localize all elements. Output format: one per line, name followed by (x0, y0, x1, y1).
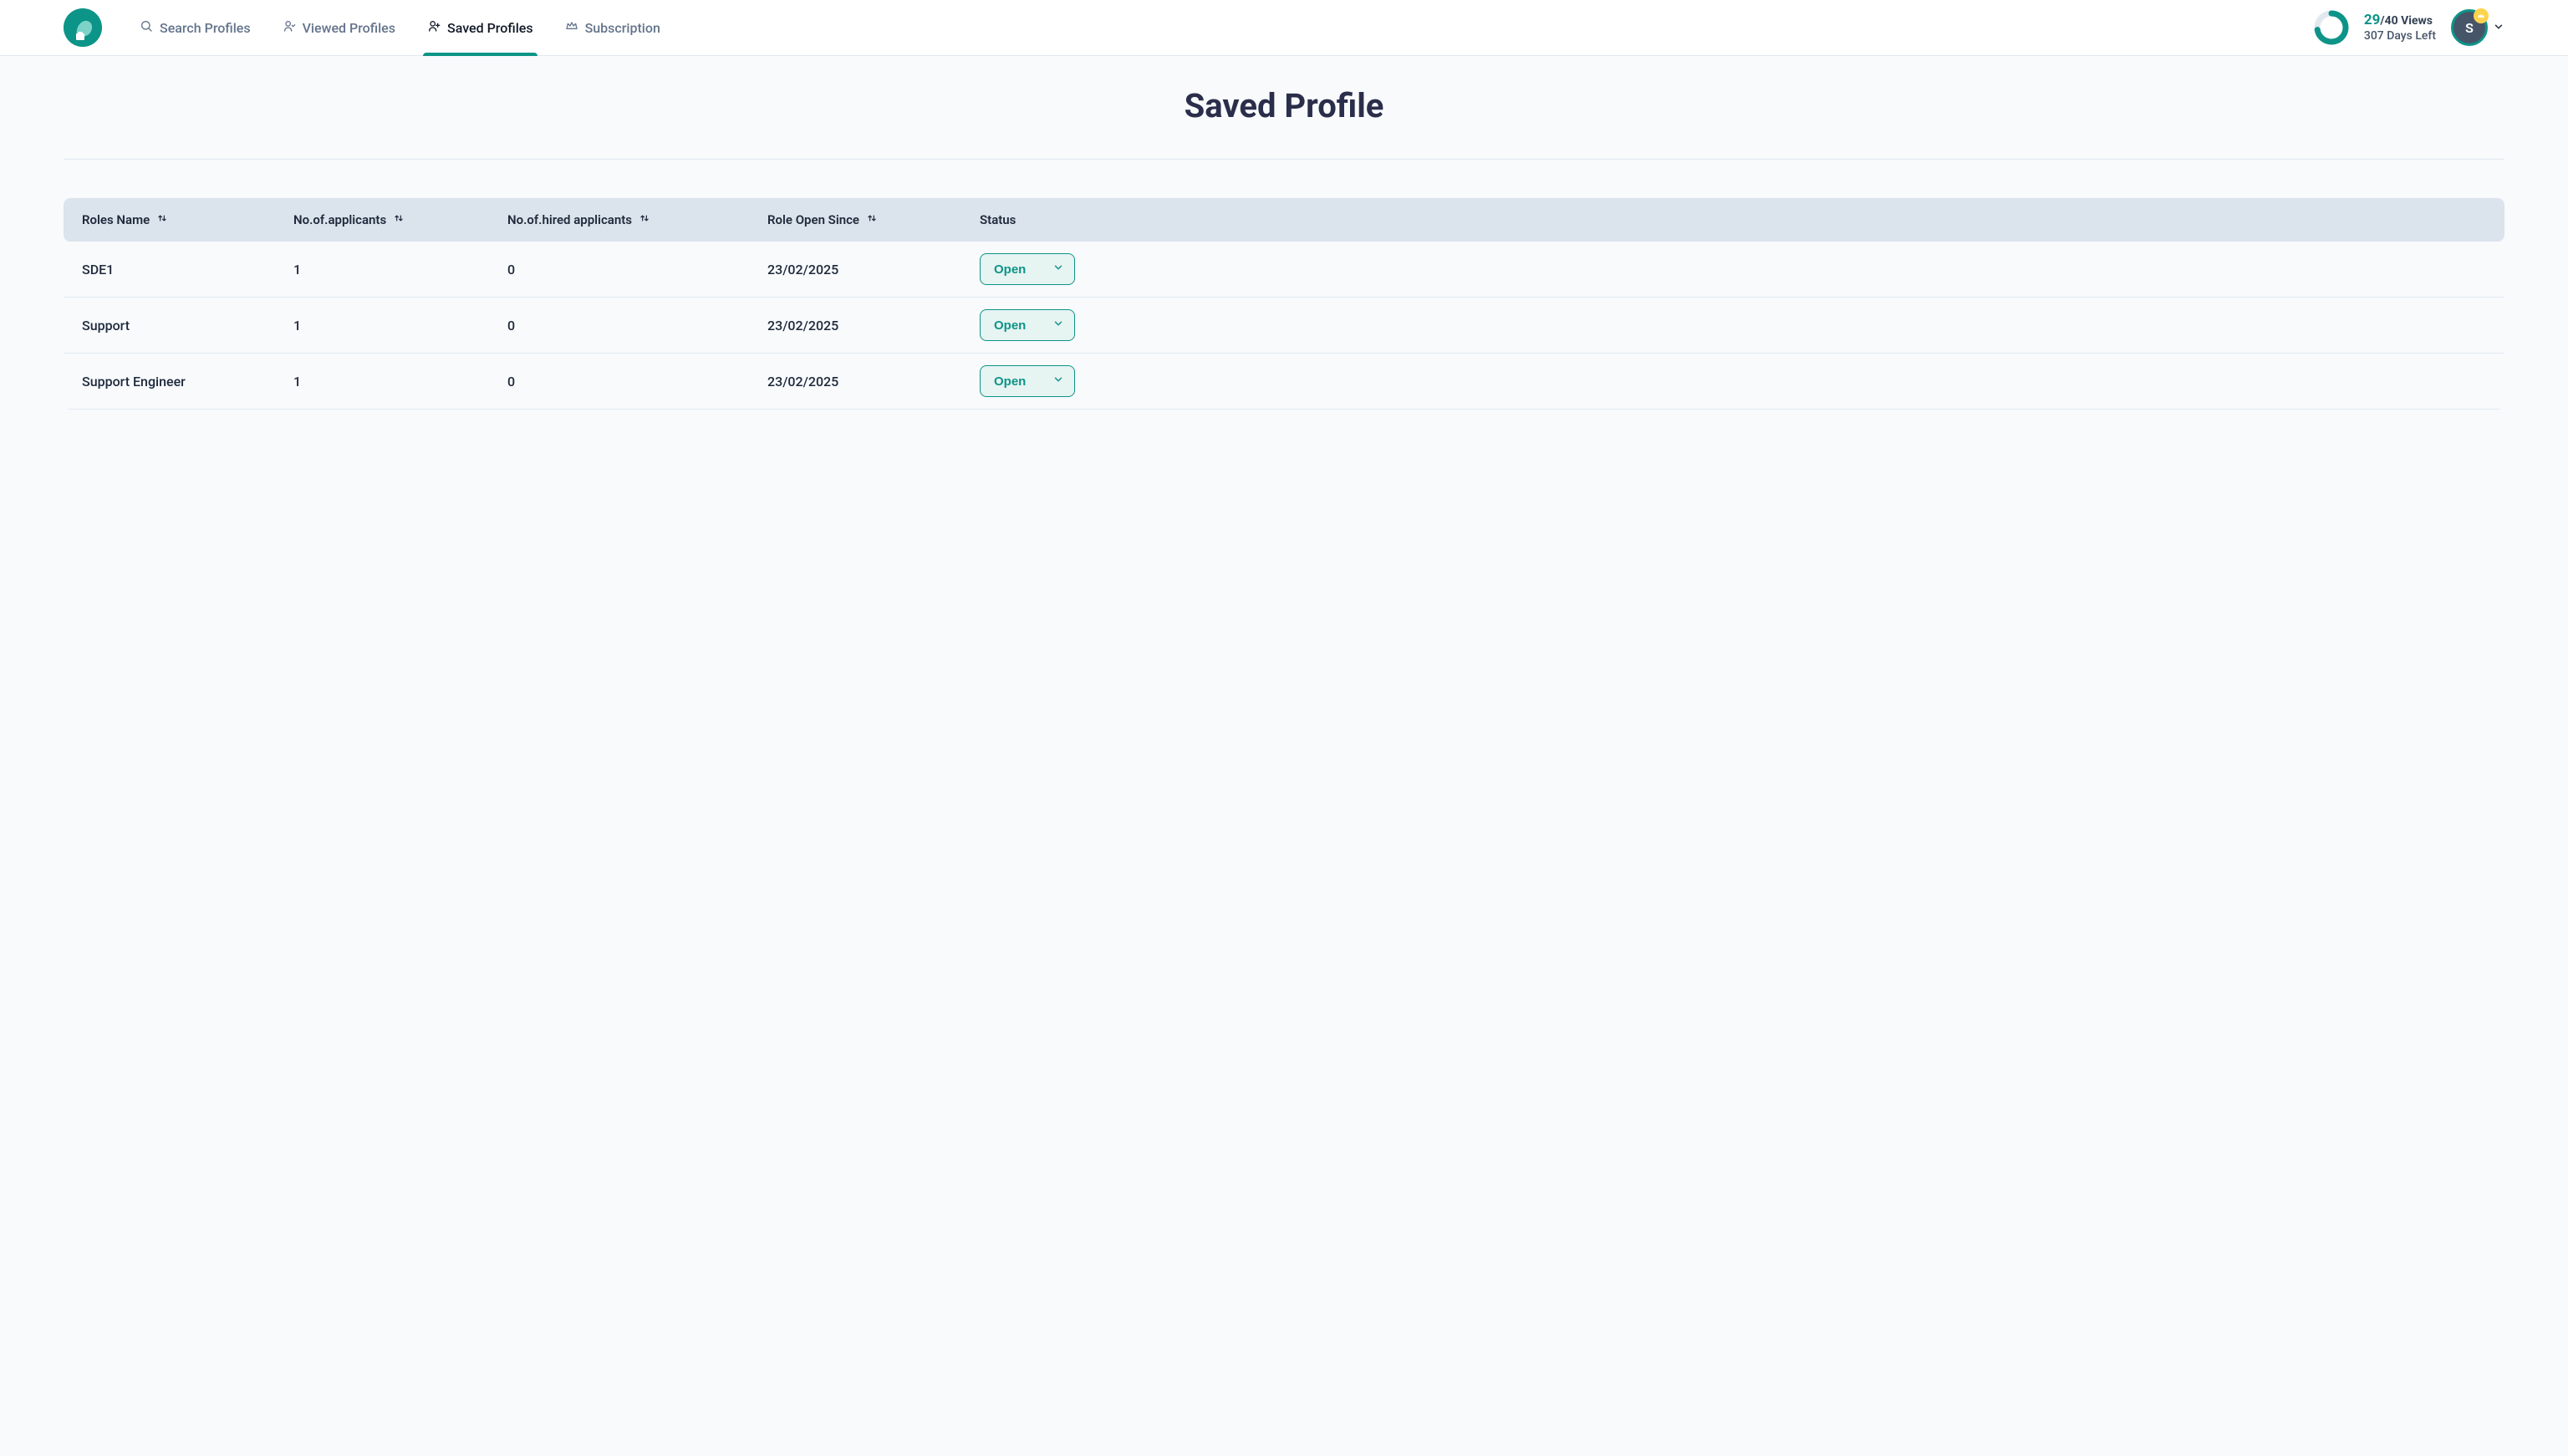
usage-total: /40 Views (2380, 14, 2433, 28)
cell-open-since: 23/02/2025 (767, 318, 980, 333)
chevron-down-icon (1052, 374, 1064, 389)
main-nav: Search Profiles Viewed Profiles Saved Pr… (124, 0, 676, 56)
cell-hired: 0 (507, 318, 767, 333)
nav-saved-profiles[interactable]: Saved Profiles (411, 0, 549, 56)
main-content: Saved Profile Roles Name No.of.applicant… (0, 86, 2568, 410)
col-label: No.of.hired applicants (507, 212, 632, 227)
user-menu[interactable]: S (2451, 9, 2504, 46)
col-label: Role Open Since (767, 212, 859, 227)
avatar: S (2451, 9, 2488, 46)
app-logo[interactable] (64, 8, 102, 47)
sort-icon (156, 212, 168, 227)
cell-applicants: 1 (293, 374, 507, 389)
table-body: SDE11023/02/2025OpenSupport1023/02/2025O… (64, 242, 2504, 410)
status-dropdown[interactable]: Open (980, 365, 1075, 397)
cell-status: Open (980, 309, 2486, 341)
col-open-since[interactable]: Role Open Since (767, 212, 980, 227)
nav-label: Viewed Profiles (303, 20, 395, 36)
col-status: Status (980, 212, 2486, 227)
nav-label: Saved Profiles (447, 20, 533, 36)
nav-label: Search Profiles (160, 20, 251, 36)
cell-open-since: 23/02/2025 (767, 262, 980, 277)
status-label: Open (994, 374, 1026, 389)
table-row[interactable]: Support1023/02/2025 Open (64, 298, 2504, 354)
usage-days-left: 307 Days Left (2364, 29, 2436, 43)
status-label: Open (994, 318, 1026, 333)
table-header: Roles Name No.of.applicants No.of.hired … (64, 198, 2504, 242)
premium-badge-icon (2474, 8, 2489, 23)
user-plus-icon (427, 19, 441, 36)
status-label: Open (994, 262, 1026, 277)
col-label: Roles Name (82, 212, 150, 227)
search-icon (140, 19, 153, 36)
chevron-down-icon (2493, 20, 2504, 36)
app-header: Search Profiles Viewed Profiles Saved Pr… (0, 0, 2568, 56)
cell-status: Open (980, 365, 2486, 397)
nav-viewed-profiles[interactable]: Viewed Profiles (267, 0, 411, 56)
nav-search-profiles[interactable]: Search Profiles (124, 0, 267, 56)
col-label: No.of.applicants (293, 212, 386, 227)
col-roles-name[interactable]: Roles Name (82, 212, 293, 227)
col-hired[interactable]: No.of.hired applicants (507, 212, 767, 227)
sort-icon (866, 212, 878, 227)
divider (64, 159, 2504, 160)
cell-role-name: Support (82, 318, 293, 333)
user-icon (283, 19, 296, 36)
col-label: Status (980, 212, 1016, 227)
cell-role-name: SDE1 (82, 262, 293, 277)
roles-table: Roles Name No.of.applicants No.of.hired … (64, 198, 2504, 410)
cell-applicants: 1 (293, 318, 507, 333)
usage-text: 29/40 Views 307 Days Left (2364, 12, 2436, 43)
nav-subscription[interactable]: Subscription (549, 0, 676, 56)
cell-hired: 0 (507, 262, 767, 277)
cell-hired: 0 (507, 374, 767, 389)
table-row[interactable]: Support Engineer1023/02/2025 Open (64, 354, 2504, 410)
nav-label: Subscription (585, 20, 660, 36)
table-row[interactable]: SDE11023/02/2025 Open (64, 242, 2504, 298)
sort-icon (639, 212, 650, 227)
crown-icon (565, 19, 578, 36)
col-applicants[interactable]: No.of.applicants (293, 212, 507, 227)
header-right: 29/40 Views 307 Days Left S (2314, 9, 2504, 46)
chevron-down-icon (1052, 318, 1064, 333)
page-title: Saved Profile (64, 86, 2504, 125)
sort-icon (393, 212, 405, 227)
status-dropdown[interactable]: Open (980, 309, 1075, 341)
cell-applicants: 1 (293, 262, 507, 277)
chevron-down-icon (1052, 262, 1064, 277)
avatar-initial: S (2465, 20, 2474, 36)
cell-status: Open (980, 253, 2486, 285)
cell-role-name: Support Engineer (82, 374, 293, 389)
status-dropdown[interactable]: Open (980, 253, 1075, 285)
usage-ring (2314, 10, 2349, 45)
cell-open-since: 23/02/2025 (767, 374, 980, 389)
usage-used: 29 (2364, 12, 2381, 28)
